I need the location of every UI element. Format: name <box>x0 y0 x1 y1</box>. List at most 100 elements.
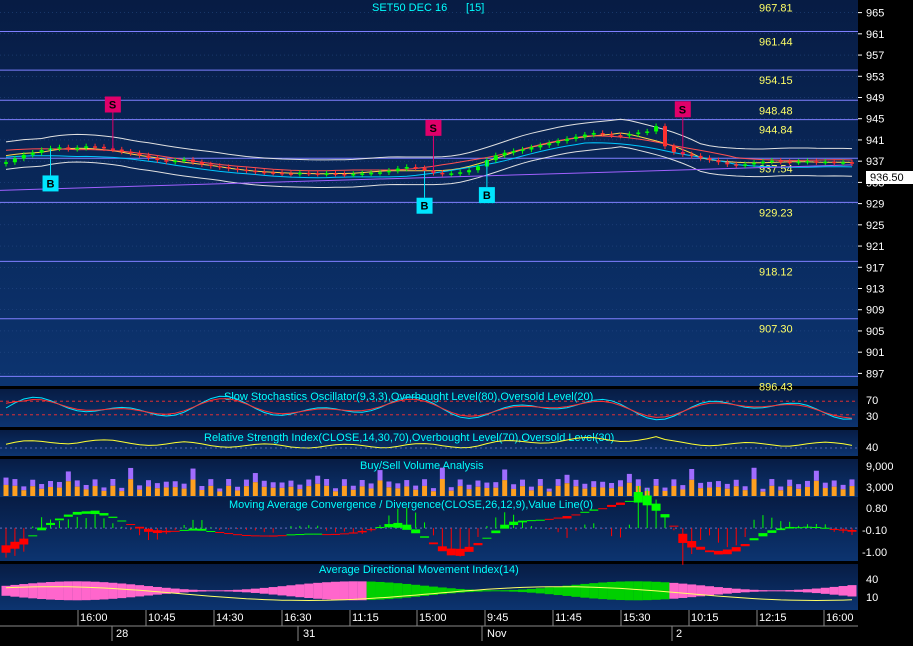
level-label: 929.23 <box>759 207 793 219</box>
level-label: 918.12 <box>759 266 793 278</box>
time-label: 10:15 <box>691 612 719 624</box>
macd-area-segment <box>250 535 260 537</box>
candle-body <box>440 172 445 175</box>
price-tick-label: 945 <box>866 114 884 126</box>
adx-area-segment <box>99 582 109 600</box>
adx-area-segment <box>713 587 723 595</box>
candle-body <box>778 160 783 163</box>
macd-area-segment <box>624 500 634 502</box>
macd-area-segment <box>259 535 269 537</box>
volume-bar-buy <box>671 479 677 487</box>
volume-bar-buy <box>101 487 107 491</box>
adx-area-segment <box>90 581 100 600</box>
candle-body <box>101 146 106 149</box>
adx-area-segment <box>72 581 82 601</box>
macd-area-segment <box>598 508 608 510</box>
volume-bar-buy <box>288 480 294 487</box>
volume-bar-sell <box>404 486 410 496</box>
volume-bar-buy <box>386 481 392 488</box>
price-tick-label: 957 <box>866 50 884 62</box>
volume-bar-buy <box>493 482 499 488</box>
volume-bar-buy <box>724 483 730 489</box>
candle-body <box>591 133 596 135</box>
macd-area-segment <box>170 530 180 532</box>
volume-bar-sell <box>493 487 499 496</box>
candle-body <box>297 172 302 175</box>
candle-body <box>662 126 667 147</box>
adx-area-segment <box>802 589 812 593</box>
candle-body <box>404 167 409 169</box>
volume-bar-buy <box>430 488 436 492</box>
volume-bar-buy <box>65 471 71 482</box>
adx-area-segment <box>607 581 617 600</box>
adx-area-segment <box>811 588 821 594</box>
candle-body <box>253 170 258 173</box>
volume-bar-buy <box>511 484 517 489</box>
adx-area-segment <box>46 582 56 600</box>
price-tick-label: 901 <box>866 347 884 359</box>
price-tick-label: 925 <box>866 220 884 232</box>
adx-area-segment <box>197 590 207 592</box>
volume-bar-sell <box>448 490 454 496</box>
volume-bar-sell <box>591 487 597 496</box>
candle-body <box>529 147 534 150</box>
adx-area-segment <box>152 586 162 595</box>
macd-area-segment <box>126 524 136 526</box>
volume-bar-sell <box>386 487 392 496</box>
volume-bar-buy <box>359 480 365 487</box>
candle-body <box>21 154 26 159</box>
volume-bar-sell <box>733 486 739 496</box>
stoch-tick-30: 30 <box>866 411 878 423</box>
volume-bar-buy <box>831 480 837 487</box>
volume-bar-sell <box>252 482 258 496</box>
volume-bar-sell <box>110 485 116 496</box>
candle-body <box>805 161 810 163</box>
macd-area-segment <box>90 510 100 515</box>
adx-area-segment <box>758 590 768 592</box>
adx-area-segment <box>19 584 29 598</box>
macd-area-segment <box>713 550 723 555</box>
price-tick-label: 909 <box>866 305 884 317</box>
candle-body <box>565 138 570 142</box>
adx-area-segment <box>705 586 715 596</box>
volume-bar-buy <box>270 482 276 488</box>
candle-body <box>716 160 721 163</box>
volume-bar-buy <box>600 481 606 488</box>
volume-bar-sell <box>796 488 802 496</box>
candle-body <box>146 155 151 158</box>
macd-area-segment <box>28 535 38 537</box>
candle-body <box>119 149 124 152</box>
adx-area-segment <box>339 581 349 601</box>
volume-bar-sell <box>368 488 374 496</box>
macd-area-segment <box>740 543 750 547</box>
volume-bar-buy <box>760 488 766 492</box>
volume-bar-sell <box>235 490 241 496</box>
adx-area-segment <box>669 582 679 599</box>
sell-marker-label: S <box>429 123 436 135</box>
macd-area-segment <box>669 525 679 527</box>
volume-bar-sell <box>439 479 445 496</box>
volume-bar-sell <box>413 489 419 496</box>
candle-body <box>262 171 267 174</box>
volume-bar-sell <box>698 488 704 496</box>
candle-body <box>280 172 285 175</box>
price-tick-label: 917 <box>866 262 884 274</box>
volume-bar-buy <box>796 484 802 489</box>
buy-marker-label: B <box>47 178 55 190</box>
candle-body <box>832 161 837 164</box>
macd-area-segment <box>615 502 625 505</box>
volume-bar-sell <box>359 486 365 496</box>
time-label: 15:30 <box>623 612 651 624</box>
price-tick-label: 961 <box>866 29 884 41</box>
macd-area-segment <box>179 529 189 531</box>
candle-body <box>538 145 543 148</box>
buy-marker-label: B <box>483 190 491 202</box>
candle-body <box>573 136 578 139</box>
date-label: 2 <box>676 628 682 640</box>
volume-bar-buy <box>208 479 214 486</box>
volume-bar-sell <box>377 480 383 496</box>
candle-body <box>226 167 231 169</box>
volume-bar-sell <box>181 488 187 496</box>
volume-bar-buy <box>12 479 18 486</box>
volume-bar-buy <box>617 480 623 487</box>
